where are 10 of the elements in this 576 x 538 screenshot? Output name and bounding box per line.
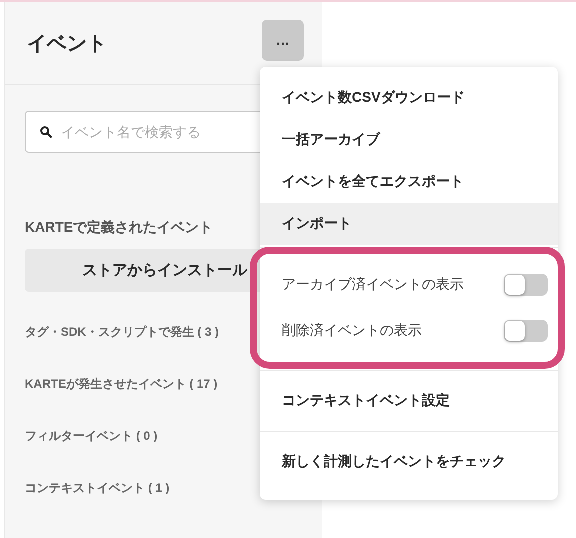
page-title: イベント xyxy=(27,32,107,56)
menu-item[interactable]: インポート xyxy=(260,203,558,245)
menu-item[interactable]: イベントを全てエクスポート xyxy=(260,161,558,203)
more-button[interactable]: … xyxy=(262,20,304,60)
toggle-label: 削除済イベントの表示 xyxy=(282,322,422,340)
menu-item[interactable]: 新しく計測したイベントをチェック xyxy=(260,432,558,492)
toggle-switch[interactable] xyxy=(504,320,548,342)
toggle-switch[interactable] xyxy=(504,274,548,296)
section-label: KARTEで定義されたイベント xyxy=(25,219,214,237)
menu-item[interactable]: コンテキストイベント設定 xyxy=(260,371,558,431)
